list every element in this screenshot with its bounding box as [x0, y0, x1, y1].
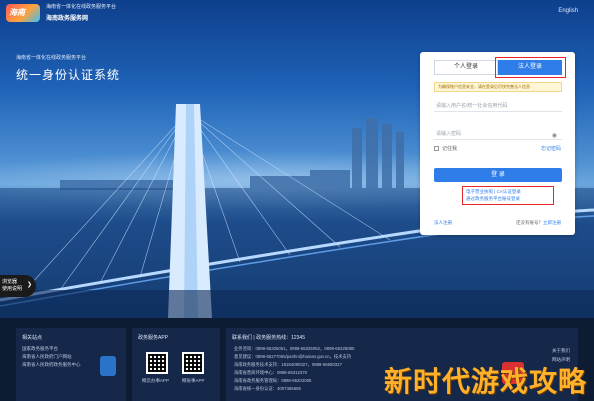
app-label: 椰云办事APP [142, 378, 170, 383]
forgot-password-link[interactable]: 忘记密码 [541, 145, 561, 152]
register-prompt: 还没有账号？立即注册 [516, 220, 561, 226]
alt-login-options: 电子营业执照 | CA认证登录 通过政务服务平台账号登录 [462, 186, 554, 205]
english-link[interactable]: English [558, 8, 578, 14]
checkbox-icon [434, 146, 439, 151]
gov-badge-icon[interactable] [100, 356, 116, 376]
brand-line-1: 海南省一体化在线政务服务平台 [46, 4, 117, 10]
system-title: 统一身份认证系统 [16, 68, 121, 82]
remember-me-checkbox[interactable]: 记住我 [434, 145, 457, 152]
security-notice: 为确保账户信息安全，请在登录后尽快完善法人信息 [434, 82, 562, 92]
contact-line: 海南省政务服务管理局：0898-65202005 [234, 378, 312, 383]
chevron-right-icon: ❯ [26, 282, 32, 288]
logo-text: 海南 [9, 8, 25, 17]
contact-line: 海南省统一身份认证：4007365656 [234, 386, 301, 391]
qr-code-icon [182, 352, 204, 374]
qr-code-icon [146, 352, 168, 374]
contact-line: 海南省营商环境中心：0898-65312370 [234, 370, 308, 375]
related-site-link[interactable]: 海南省人民政府门户网站 [22, 354, 72, 360]
remember-label: 记住我 [442, 146, 458, 152]
app-title: 政务服务APP [138, 335, 169, 341]
about-us-link[interactable]: 关于我们 [552, 346, 570, 355]
related-site-link[interactable]: 海南省人民政府政务服务中心 [22, 362, 81, 368]
highlight-box-legal-tab [495, 57, 566, 78]
app-panel: 政务服务APP 椰云办事APP 椰省事APP [132, 328, 220, 401]
contact-title: 联系我们 | 政务服务热线：12345 [232, 335, 305, 341]
contact-line: 意见建议：0898-65277065/panhn@hainan.gov.cn，技… [234, 354, 352, 359]
login-panel: 个人登录 法人登录 为确保账户信息安全，请在登录后尽快完善法人信息 请输入用户名… [420, 52, 575, 235]
password-input[interactable]: 请输入密码 [434, 128, 562, 140]
site-logo[interactable]: 海南 [6, 4, 40, 22]
watermark-text: 新时代游戏攻略 [384, 366, 588, 397]
related-site-link[interactable]: 国家政务服务平台 [22, 346, 58, 352]
platform-account-login-link[interactable]: 通过政务服务平台账号登录 [466, 195, 550, 202]
related-sites-panel: 相关站点 国家政务服务平台 海南省人民政府门户网站 海南省人民政府政务服务中心 [16, 328, 126, 401]
contact-line: 海南政务服务技术支持：18184090327，0898-66550327 [234, 362, 342, 367]
register-prompt-text: 还没有账号？ [516, 220, 543, 225]
signup-link[interactable]: 立即注册 [543, 220, 561, 225]
browser-tip-button[interactable]: 浏览器 使用说明 ❯ [0, 275, 36, 297]
contact-line: 业务咨询：0898-65325051，0898-65325052，0898-65… [234, 346, 355, 351]
related-sites-title: 相关站点 [22, 335, 43, 341]
brand-line-2: 海南政务服务网 [46, 16, 89, 22]
app-label: 椰省事APP [182, 378, 205, 383]
top-bar: 海南 海南省一体化在线政务服务平台 海南政务服务网 English [0, 0, 594, 26]
register-link[interactable]: 法人注册 [434, 220, 452, 226]
tab-personal-login[interactable]: 个人登录 [434, 60, 498, 75]
username-input[interactable]: 请输入用户名/统一社会信用代码 [434, 100, 562, 112]
system-subtitle: 海南省一体化在线政务服务平台 [16, 55, 87, 61]
login-button[interactable]: 登 录 [434, 168, 562, 182]
ca-login-link[interactable]: 电子营业执照 | CA认证登录 [466, 188, 550, 195]
eye-icon[interactable]: ◉ [552, 132, 557, 139]
